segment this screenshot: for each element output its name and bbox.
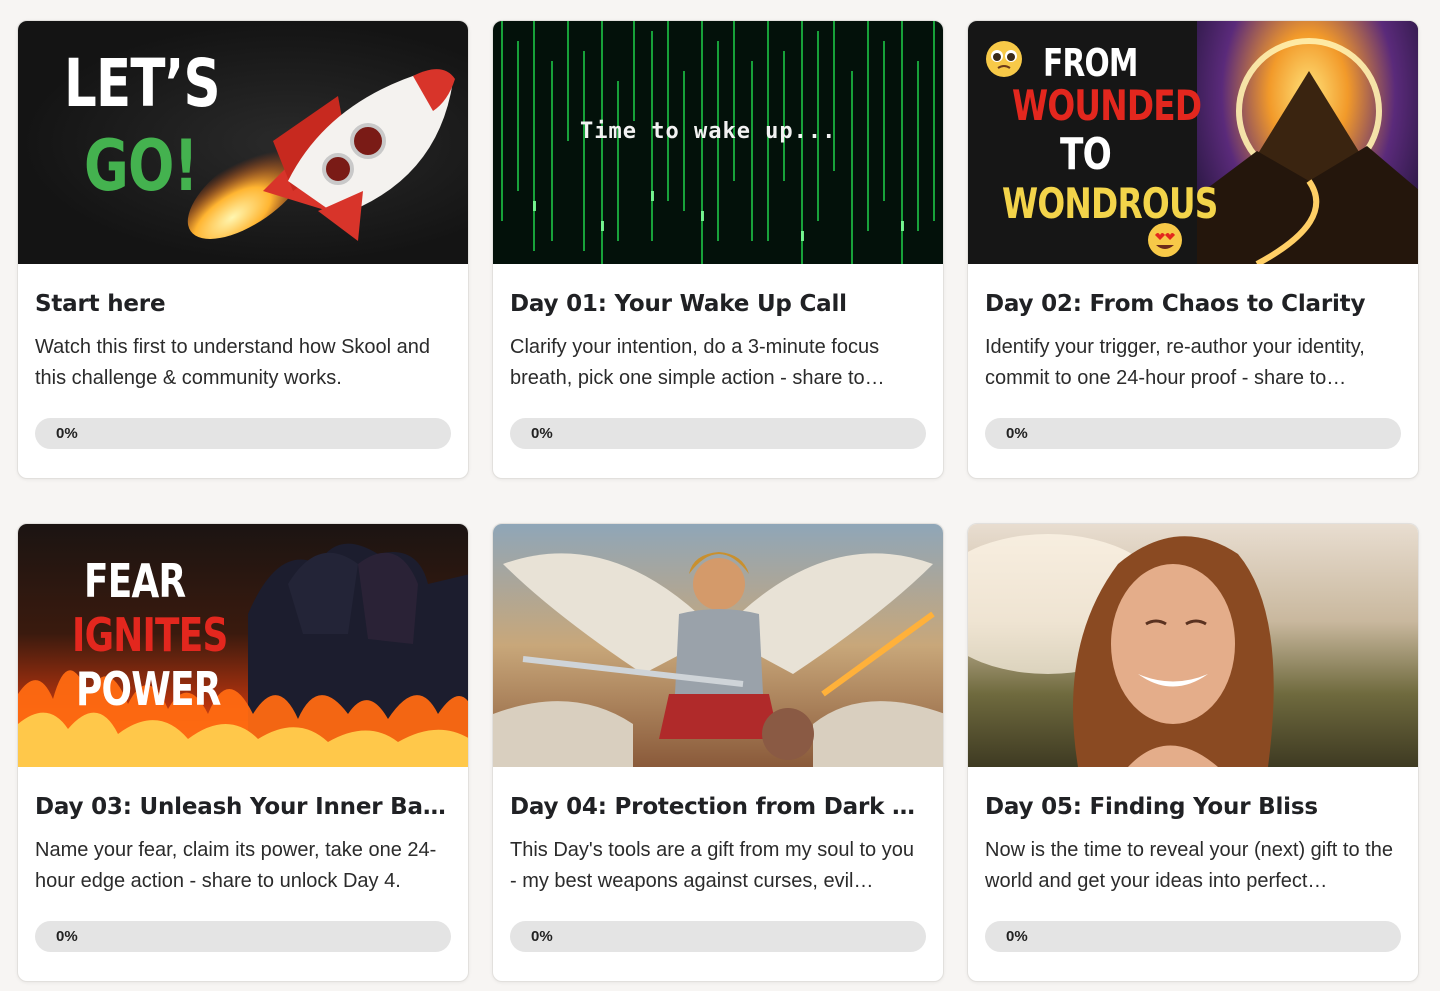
course-card-day-02[interactable]: FROM WOUNDED TO WONDROUS Day 02: From Ch… (967, 20, 1419, 479)
course-thumbnail (968, 524, 1418, 767)
archangel-image (493, 552, 943, 767)
course-description: Name your fear, claim its power, take on… (35, 839, 437, 892)
progress-label: 0% (56, 928, 78, 945)
progress-bar: 0% (35, 921, 451, 952)
progress-label: 0% (56, 425, 78, 442)
thumbnail-text-to: TO (1060, 129, 1112, 180)
pleading-face-icon (986, 41, 1022, 77)
course-card-day-01[interactable]: Time to wake up... Day 01: Your Wake Up … (492, 20, 944, 479)
course-title[interactable]: Day 04: Protection from Dark Spir… (510, 793, 926, 821)
thumbnail-text-fear: FEAR (84, 554, 186, 608)
progress-bar: 0% (985, 418, 1401, 449)
course-description: Now is the time to reveal your (next) gi… (985, 839, 1393, 892)
thumbnail-text-from: FROM (1043, 41, 1138, 85)
progress-label: 0% (531, 928, 553, 945)
course-description: Identify your trigger, re-author your id… (985, 336, 1365, 389)
course-card-day-03[interactable]: FEAR IGNITES POWER Day 03: Unleash Your … (17, 523, 469, 982)
course-card-day-05[interactable]: Day 05: Finding Your Bliss Now is the ti… (967, 523, 1419, 982)
course-title[interactable]: Day 01: Your Wake Up Call (510, 290, 926, 318)
pyramid-image (1197, 21, 1418, 264)
thumbnail-text-wondrous: WONDROUS (1002, 179, 1218, 228)
course-description: This Day's tools are a gift from my soul… (510, 839, 914, 892)
rocket-icon (187, 69, 455, 241)
course-thumbnail: FEAR IGNITES POWER (18, 524, 468, 767)
smiling-woman-image (968, 534, 1274, 767)
course-card-start-here[interactable]: LET’S GO! Start here Watch this first to… (17, 20, 469, 479)
course-card-day-04[interactable]: Day 04: Protection from Dark Spir… This … (492, 523, 944, 982)
progress-label: 0% (1006, 928, 1028, 945)
progress-bar: 0% (510, 921, 926, 952)
thumbnail-text-wounded: WOUNDED (1012, 81, 1202, 130)
course-grid: LET’S GO! Start here Watch this first to… (0, 0, 1440, 991)
course-title[interactable]: Day 02: From Chaos to Clarity (985, 290, 1401, 318)
course-thumbnail: FROM WOUNDED TO WONDROUS (968, 21, 1418, 264)
progress-bar: 0% (510, 418, 926, 449)
progress-bar: 0% (35, 418, 451, 449)
course-title[interactable]: Start here (35, 290, 451, 318)
progress-bar: 0% (985, 921, 1401, 952)
heart-eyes-icon (1148, 223, 1182, 257)
thumbnail-text-ignites: IGNITES (72, 608, 228, 662)
course-title[interactable]: Day 03: Unleash Your Inner Batma… (35, 793, 451, 821)
thumbnail-text-wake: Time to wake up... (580, 119, 837, 144)
thumbnail-text-power: POWER (76, 662, 221, 716)
course-thumbnail (493, 524, 943, 767)
course-thumbnail: LET’S GO! (18, 21, 468, 264)
course-thumbnail: Time to wake up... (493, 21, 943, 264)
course-description: Watch this first to understand how Skool… (35, 336, 431, 389)
course-description: Clarify your intention, do a 3-minute fo… (510, 336, 885, 389)
progress-label: 0% (1006, 425, 1028, 442)
course-title[interactable]: Day 05: Finding Your Bliss (985, 793, 1401, 821)
progress-label: 0% (531, 425, 553, 442)
